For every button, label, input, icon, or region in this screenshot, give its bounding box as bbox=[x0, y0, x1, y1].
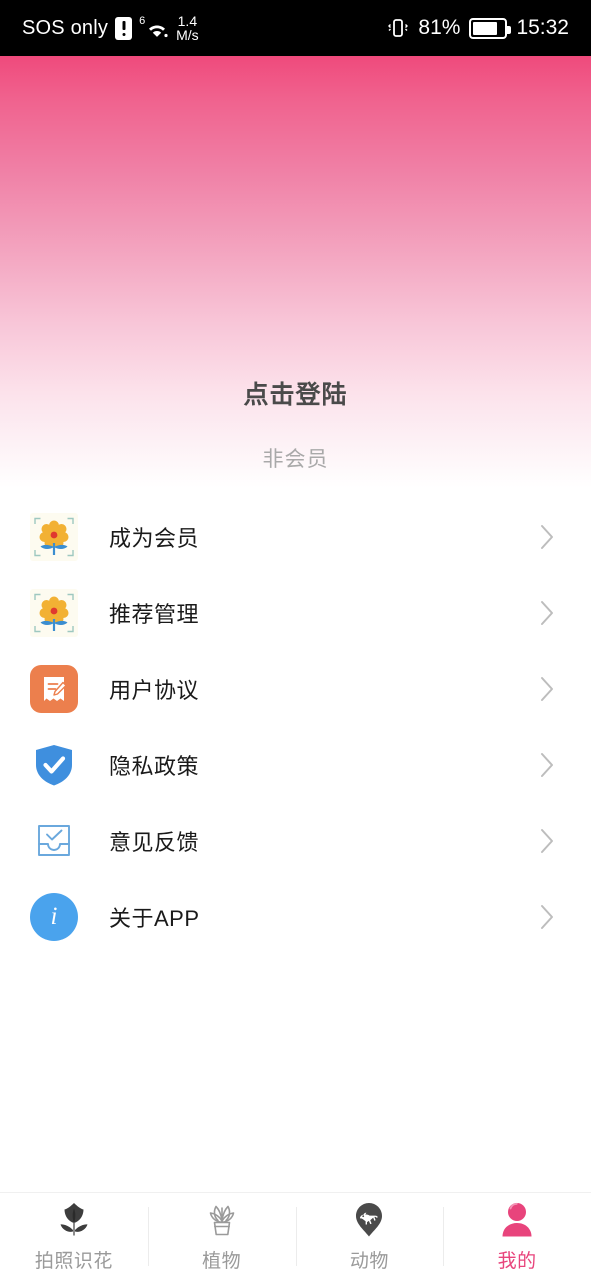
clock-label: 15:32 bbox=[516, 16, 569, 39]
carrier-label: SOS only bbox=[22, 16, 109, 39]
menu-item-become-member[interactable]: 成为会员 bbox=[0, 499, 591, 575]
profile-header: 点击登陆 非会员 bbox=[0, 56, 591, 488]
tab-label: 动物 bbox=[349, 1251, 389, 1272]
tab-photo-identify-flower[interactable]: 拍照识花 bbox=[0, 1193, 148, 1280]
bottom-navigation-bar: 拍照识花 植物 动物 我的 bbox=[0, 1192, 591, 1280]
person-icon bbox=[496, 1200, 538, 1240]
tab-label: 我的 bbox=[497, 1251, 537, 1272]
menu-item-about-app[interactable]: i 关于APP bbox=[0, 879, 591, 955]
chevron-right-icon bbox=[539, 903, 555, 931]
menu-item-label: 用户协议 bbox=[109, 678, 200, 703]
network-speed-value: 1.4 bbox=[177, 13, 198, 29]
network-speed-unit: M/s bbox=[176, 27, 199, 43]
menu-item-label: 成为会员 bbox=[109, 526, 200, 551]
menu-item-label: 推荐管理 bbox=[109, 602, 200, 627]
battery-icon bbox=[469, 17, 512, 39]
info-circle-icon: i bbox=[30, 893, 78, 941]
member-status-label: 非会员 bbox=[262, 448, 329, 471]
animal-pin-icon bbox=[348, 1200, 390, 1240]
menu-item-recommendation-management[interactable]: 推荐管理 bbox=[0, 575, 591, 651]
document-pen-icon bbox=[30, 665, 78, 713]
potted-plant-icon bbox=[201, 1200, 243, 1240]
tab-label: 植物 bbox=[202, 1251, 242, 1272]
chevron-right-icon bbox=[539, 827, 555, 855]
chevron-right-icon bbox=[539, 523, 555, 551]
tab-label: 拍照识花 bbox=[34, 1251, 113, 1272]
menu-item-label: 隐私政策 bbox=[109, 754, 200, 779]
tulip-icon bbox=[53, 1200, 95, 1240]
network-speed: 1.4 M/s bbox=[176, 14, 199, 42]
menu-item-privacy-policy[interactable]: 隐私政策 bbox=[0, 727, 591, 803]
chevron-right-icon bbox=[539, 599, 555, 627]
tab-animals[interactable]: 动物 bbox=[295, 1193, 444, 1280]
shield-check-icon bbox=[30, 741, 78, 789]
menu-item-feedback[interactable]: 意见反馈 bbox=[0, 803, 591, 879]
alert-exclamation-icon bbox=[115, 16, 133, 40]
chevron-right-icon bbox=[539, 675, 555, 703]
status-bar-left: SOS only 6 1.4 M/s bbox=[22, 14, 199, 42]
status-bar: SOS only 6 1.4 M/s 81% 15:32 bbox=[0, 0, 591, 56]
menu-item-label: 关于APP bbox=[109, 906, 200, 931]
flower-photo-icon bbox=[30, 589, 78, 637]
status-bar-right: 81% 15:32 bbox=[387, 16, 569, 40]
wifi-icon: 6 bbox=[139, 16, 169, 40]
vibrate-icon bbox=[387, 17, 409, 39]
chevron-right-icon bbox=[539, 751, 555, 779]
tab-mine[interactable]: 我的 bbox=[443, 1193, 591, 1280]
inbox-check-icon bbox=[30, 817, 78, 865]
flower-photo-icon bbox=[30, 513, 78, 561]
settings-menu-list: 成为会员 推荐管理 用户协议 隐私政策 意见反馈 i 关于APP bbox=[0, 499, 591, 955]
battery-percent-label: 81% bbox=[418, 16, 461, 39]
app-screen: SOS only 6 1.4 M/s 81% 15:32 点击登陆 非会员 成为… bbox=[0, 0, 591, 1280]
menu-item-user-agreement[interactable]: 用户协议 bbox=[0, 651, 591, 727]
menu-item-label: 意见反馈 bbox=[109, 830, 200, 855]
tab-plants[interactable]: 植物 bbox=[147, 1193, 296, 1280]
login-button[interactable]: 点击登陆 bbox=[0, 375, 591, 411]
